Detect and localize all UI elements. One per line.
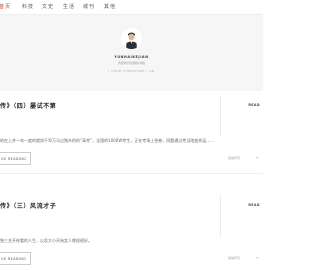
- post-side-panel: READ: [220, 196, 263, 236]
- nav-item-other[interactable]: 其他: [104, 3, 116, 10]
- avatar[interactable]: [121, 28, 142, 49]
- divider: [0, 173, 263, 174]
- read-label[interactable]: READ: [248, 203, 260, 207]
- profile-header: YUNHAIKEJIAN 风起时仍然保持书籍 I COUD THEREFORE …: [0, 15, 263, 91]
- arrow-right-icon[interactable]: →: [255, 255, 258, 260]
- continue-reading-button[interactable]: UE READING: [0, 152, 31, 165]
- continue-reading-button[interactable]: UE READING: [0, 252, 31, 265]
- top-nav: 首页 科技 文史 生活 城刊 其他: [0, 0, 263, 15]
- avatar-portrait-icon: [121, 28, 142, 49]
- nav-item-journal[interactable]: 城刊: [83, 3, 95, 10]
- post-date: 某某年月: [228, 156, 241, 160]
- nav-item-life[interactable]: 生活: [63, 3, 75, 10]
- nav-item-home[interactable]: 首页: [0, 3, 11, 10]
- post-date: 某某年月: [228, 256, 241, 260]
- continue-reading-label: UE READING: [1, 156, 27, 161]
- site-description: 风起时仍然保持书籍: [117, 61, 145, 65]
- post-title[interactable]: 传》（三）风流才子: [0, 201, 56, 210]
- post-excerpt: 的在上并一年一度的就如千军万马过独木桥的“高考”，全国的1000W考生，正在考场…: [0, 138, 215, 143]
- post-side-panel: READ: [220, 96, 263, 136]
- site-motto: I COUD THEREFORE I AM: [108, 69, 155, 73]
- nav-item-tech[interactable]: 科技: [22, 3, 34, 10]
- post-title[interactable]: 传》（四）屡试不第: [0, 101, 56, 110]
- site-name: YUNHAIKEJIAN: [114, 55, 149, 59]
- arrow-right-icon[interactable]: →: [255, 155, 258, 160]
- continue-reading-label: UE READING: [1, 256, 27, 261]
- post-excerpt: 独三艺开绘看的人生，以及大小开始女人缘很很好。: [0, 238, 92, 243]
- nav-item-literature[interactable]: 文史: [42, 3, 54, 10]
- read-label[interactable]: READ: [248, 103, 260, 107]
